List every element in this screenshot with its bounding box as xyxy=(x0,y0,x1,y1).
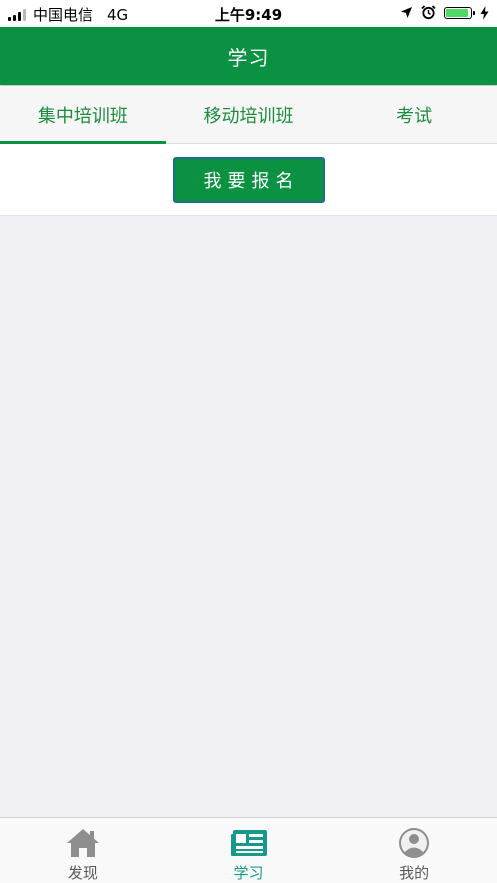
status-right xyxy=(400,5,489,20)
study-icon xyxy=(230,830,267,856)
signup-button[interactable]: 我要报名 xyxy=(172,156,325,203)
tabbar-item-discover[interactable]: 发现 xyxy=(0,818,166,883)
action-area: 我要报名 xyxy=(0,144,497,216)
tab-label: 集中培训班 xyxy=(37,105,128,127)
tab-label: 考试 xyxy=(396,105,433,127)
page-header: 学习 xyxy=(0,27,497,85)
battery-icon xyxy=(444,6,475,19)
content-area xyxy=(0,216,497,817)
alarm-icon xyxy=(421,5,436,20)
bottom-tab-bar: 发现 学习 我的 xyxy=(0,817,497,883)
tab-centralized-training[interactable]: 集中培训班 xyxy=(0,86,166,144)
home-icon xyxy=(66,829,99,857)
tabbar-label: 发现 xyxy=(67,864,98,882)
tabbar-item-study[interactable]: 学习 xyxy=(166,818,332,883)
charging-icon xyxy=(480,5,489,20)
tab-exam[interactable]: 考试 xyxy=(331,86,497,143)
location-arrow-icon xyxy=(401,7,412,18)
page-title: 学习 xyxy=(227,45,270,70)
segment-tabs: 集中培训班 移动培训班 考试 xyxy=(0,86,497,144)
tabbar-item-mine[interactable]: 我的 xyxy=(331,818,497,883)
tabbar-label: 学习 xyxy=(233,864,264,882)
screen: 中国电信 4G 上午9:49 学习 集中培训班 移动培训班 考试 我要报名 发现… xyxy=(0,0,497,883)
tab-label: 移动培训班 xyxy=(203,105,294,127)
tabbar-label: 我的 xyxy=(399,864,430,882)
tab-mobile-training[interactable]: 移动培训班 xyxy=(166,86,332,143)
status-bar: 中国电信 4G 上午9:49 xyxy=(0,0,497,27)
profile-icon xyxy=(399,828,430,858)
